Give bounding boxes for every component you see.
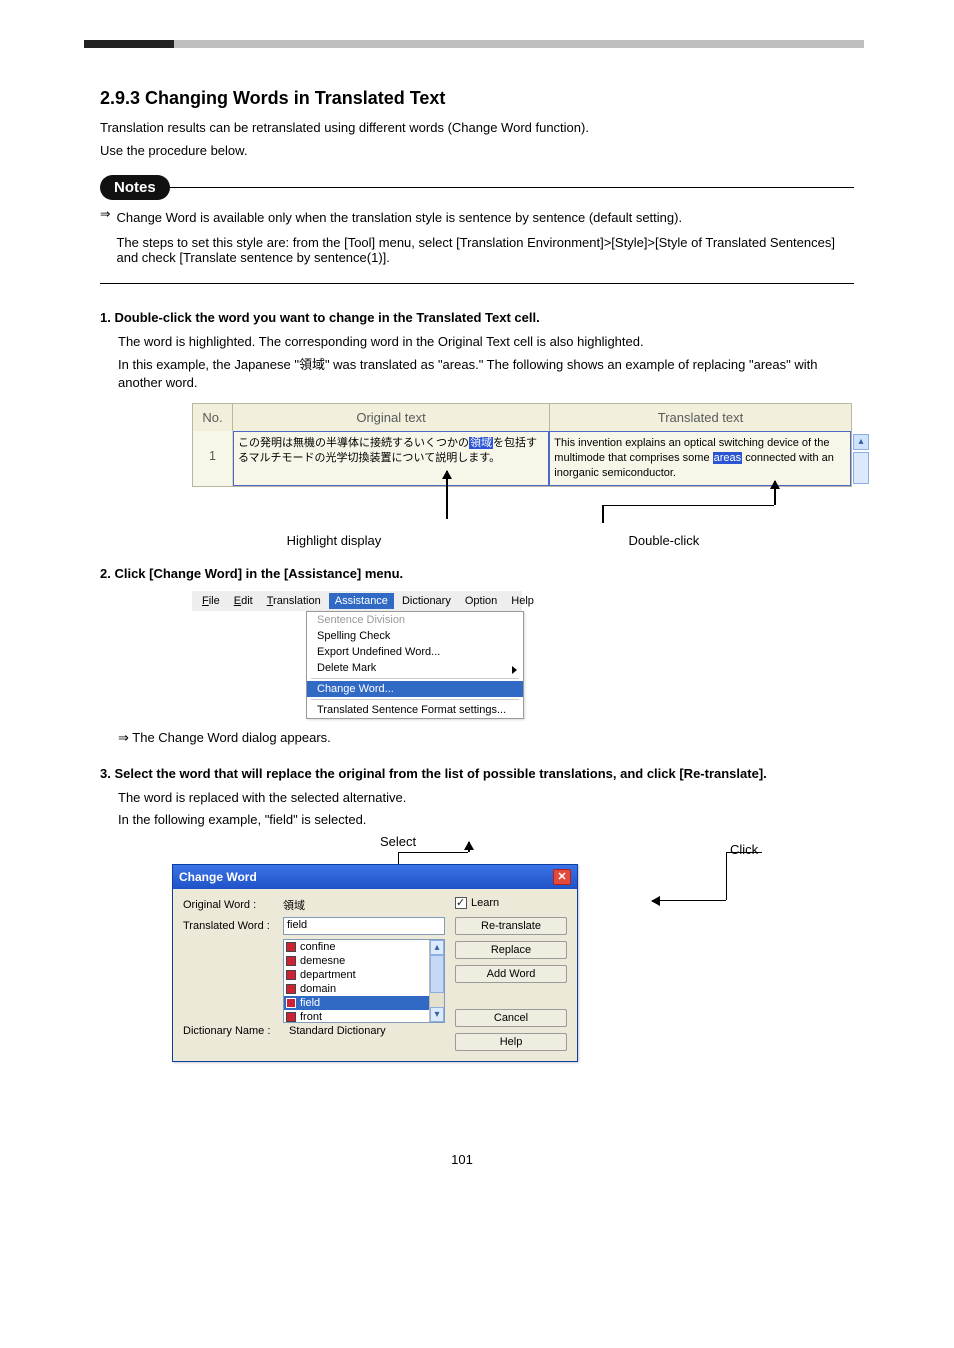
scroll-up-icon: ▴	[430, 940, 444, 955]
notes-header: Notes	[100, 175, 854, 200]
menu-assistance[interactable]: Assistance	[329, 593, 394, 609]
menu-file[interactable]: FFileile	[196, 593, 226, 609]
mi-format-settings[interactable]: Translated Sentence Format settings...	[307, 702, 523, 718]
list-item[interactable]: domain	[300, 982, 336, 996]
list-item[interactable]: department	[300, 968, 356, 982]
caption-highlight: Highlight display	[192, 533, 476, 548]
step-1-heading: 1. Double-click the word you want to cha…	[100, 310, 854, 325]
notes-pill: Notes	[100, 175, 170, 200]
list-item[interactable]: confine	[300, 940, 335, 954]
menu-dictionary[interactable]: Dictionary	[396, 593, 457, 609]
notes-arrow-icon: ⇒	[100, 206, 110, 275]
trans-highlight: areas	[713, 452, 743, 464]
mi-change-word[interactable]: Change Word...	[307, 681, 523, 697]
menu-help[interactable]: Help	[505, 593, 540, 609]
notes-line-2: The steps to set this style are: from th…	[116, 235, 854, 265]
menu-edit[interactable]: Edit	[228, 593, 259, 609]
col-no: No.	[193, 404, 233, 431]
col-translated: Translated text	[550, 404, 851, 431]
assistance-dropdown: Sentence Division Spelling Check Export …	[306, 611, 524, 719]
add-word-button[interactable]: Add Word	[455, 965, 567, 983]
translated-word-input[interactable]: field	[283, 917, 445, 935]
list-item[interactable]: demesne	[300, 954, 345, 968]
dict-value: Standard Dictionary	[289, 1025, 386, 1037]
menu-translation[interactable]: Translation	[261, 593, 327, 609]
close-icon[interactable]: ✕	[553, 869, 571, 885]
list-item-selected[interactable]: field	[300, 996, 320, 1010]
learn-checkbox[interactable]: Learn	[455, 897, 567, 909]
step-1-exp1: The word is highlighted. The correspondi…	[118, 333, 854, 352]
orig-highlight: 領域	[469, 437, 493, 449]
step-2-note: ⇒ The Change Word dialog appears.	[118, 729, 854, 748]
step-1-exp2: In this example, the Japanese "領域" was t…	[118, 356, 854, 394]
list-scrollbar[interactable]: ▴ ▾	[429, 940, 444, 1022]
scroll-up-icon[interactable]: ▴	[853, 434, 869, 450]
caption-doubleclick: Double-click	[476, 533, 852, 548]
mi-delete-mark[interactable]: Delete Mark	[307, 660, 523, 676]
retranslate-button[interactable]: Re-translate	[455, 917, 567, 935]
scroll-down-icon: ▾	[430, 1007, 444, 1022]
intro-1: Translation results can be retranslated …	[100, 119, 854, 138]
trans-word-label: Translated Word :	[183, 920, 283, 932]
figure-table: No. Original text Translated text 1 この発明…	[192, 403, 854, 487]
step-3-sub: In the following example, "field" is sel…	[118, 811, 854, 830]
page-title: 2.9.3 Changing Words in Translated Text	[100, 88, 854, 109]
dialog-titlebar: Change Word ✕	[173, 865, 577, 889]
original-text-cell[interactable]: この発明は無機の半導体に接続するいくつかの領域を包括するマルチモードの光学切換装…	[233, 431, 549, 486]
notes-body: ⇒ Change Word is available only when the…	[100, 206, 854, 275]
replace-button[interactable]: Replace	[455, 941, 567, 959]
row-number: 1	[193, 431, 233, 486]
step-2-heading: 2. Click [Change Word] in the [Assistanc…	[100, 566, 854, 581]
table-captions: Highlight display Double-click	[192, 533, 852, 548]
mi-export-undefined[interactable]: Export Undefined Word...	[307, 644, 523, 660]
orig-word-value: 領域	[283, 897, 305, 913]
help-button[interactable]: Help	[455, 1033, 567, 1051]
menu-bar[interactable]: FFileile Edit Translation Assistance Dic…	[192, 591, 522, 611]
figure-dialog: Change Word ✕ Original Word : 領域 Transla…	[172, 864, 612, 1062]
translated-text-cell[interactable]: This invention explains an optical switc…	[549, 431, 851, 486]
dict-label: Dictionary Name :	[183, 1025, 283, 1037]
list-item[interactable]: front	[300, 1010, 322, 1024]
step-3-exp: The word is replaced with the selected a…	[118, 789, 854, 808]
alternatives-list[interactable]: confine demesne department domain field …	[283, 939, 445, 1023]
page-number: 101	[0, 1152, 954, 1167]
dialog-title: Change Word	[179, 870, 257, 884]
notes-line-1: Change Word is available only when the t…	[116, 210, 854, 225]
mi-sentence-division: Sentence Division	[307, 612, 523, 628]
cancel-button[interactable]: Cancel	[455, 1009, 567, 1027]
table-arrows	[192, 497, 852, 533]
orig-word-label: Original Word :	[183, 899, 283, 911]
intro-2: Use the procedure below.	[100, 142, 854, 161]
mi-spelling-check[interactable]: Spelling Check	[307, 628, 523, 644]
menu-option[interactable]: Option	[459, 593, 503, 609]
caption-click: Click	[730, 842, 758, 857]
step-3-heading: 3. Select the word that will replace the…	[100, 766, 854, 781]
section-rule	[100, 40, 854, 48]
figure-menu: FFileile Edit Translation Assistance Dic…	[192, 591, 854, 719]
col-original: Original text	[233, 404, 550, 431]
scrollbar-track[interactable]	[853, 452, 869, 484]
caption-select: Select	[380, 834, 416, 849]
